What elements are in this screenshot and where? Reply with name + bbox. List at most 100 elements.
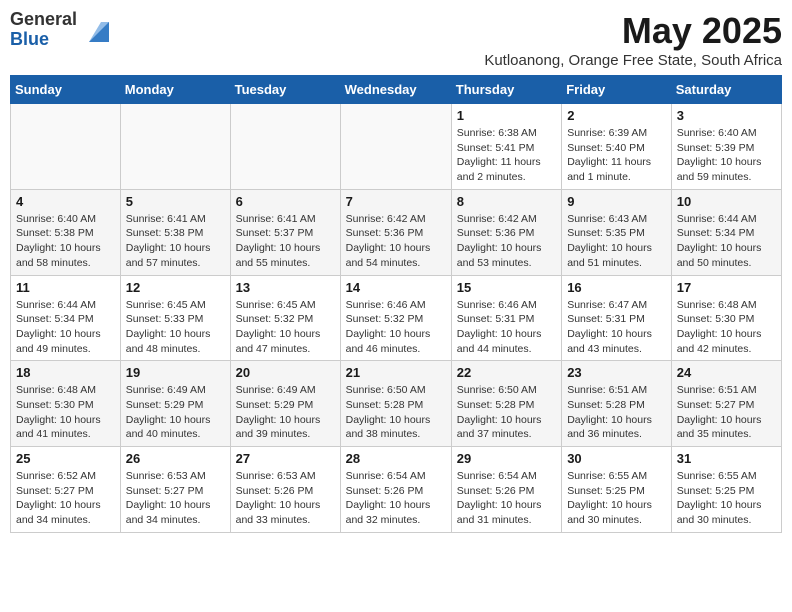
calendar-cell: 11 Sunrise: 6:44 AM Sunset: 5:34 PM Dayli… [11,275,121,361]
day-number: 16 [567,280,666,295]
day-info: Sunrise: 6:51 AM Sunset: 5:28 PM Dayligh… [567,383,666,442]
day-number: 24 [677,365,776,380]
calendar-cell: 28 Sunrise: 6:54 AM Sunset: 5:26 PM Dayli… [340,447,451,533]
day-number: 20 [236,365,335,380]
calendar-cell: 17 Sunrise: 6:48 AM Sunset: 5:30 PM Dayli… [671,275,781,361]
day-info: Sunrise: 6:43 AM Sunset: 5:35 PM Dayligh… [567,212,666,271]
day-info: Sunrise: 6:39 AM Sunset: 5:40 PM Dayligh… [567,126,666,185]
calendar-cell: 25 Sunrise: 6:52 AM Sunset: 5:27 PM Dayli… [11,447,121,533]
day-number: 19 [126,365,225,380]
day-number: 22 [457,365,556,380]
day-number: 10 [677,194,776,209]
calendar-body: 1 Sunrise: 6:38 AM Sunset: 5:41 PM Daylig… [11,104,782,533]
day-info: Sunrise: 6:51 AM Sunset: 5:27 PM Dayligh… [677,383,776,442]
calendar-cell: 21Sunrise: 6:50 AM Sunset: 5:28 PM Dayli… [340,361,451,447]
day-number: 11 [16,280,115,295]
day-number: 12 [126,280,225,295]
day-number: 26 [126,451,225,466]
calendar-cell: 22 Sunrise: 6:50 AM Sunset: 5:28 PM Dayli… [451,361,561,447]
day-info: Sunrise: 6:44 AM Sunset: 5:34 PM Dayligh… [677,212,776,271]
day-info: Sunrise: 6:50 AM Sunset: 5:28 PM Dayligh… [457,383,556,442]
page-header: General Blue May 2025 Kutloanong, Orange… [10,10,782,69]
calendar-cell: 26 Sunrise: 6:53 AM Sunset: 5:27 PM Dayli… [120,447,230,533]
day-number: 3 [677,108,776,123]
calendar-cell [230,104,340,190]
calendar-cell: 27Sunrise: 6:53 AM Sunset: 5:26 PM Dayli… [230,447,340,533]
calendar-cell [11,104,121,190]
calendar-cell: 5 Sunrise: 6:41 AM Sunset: 5:38 PM Daylig… [120,189,230,275]
day-number: 7 [346,194,446,209]
day-info: Sunrise: 6:45 AM Sunset: 5:33 PM Dayligh… [126,298,225,357]
day-info: Sunrise: 6:48 AM Sunset: 5:30 PM Dayligh… [16,383,115,442]
day-number: 13 [236,280,335,295]
calendar-cell: 7 Sunrise: 6:42 AM Sunset: 5:36 PM Daylig… [340,189,451,275]
logo: General Blue [10,10,113,50]
day-number: 21 [346,365,446,380]
week-row-4: 18 Sunrise: 6:48 AM Sunset: 5:30 PM Dayli… [11,361,782,447]
day-number: 8 [457,194,556,209]
day-info: Sunrise: 6:54 AM Sunset: 5:26 PM Dayligh… [346,469,446,528]
day-info: Sunrise: 6:44 AM Sunset: 5:34 PM Dayligh… [16,298,115,357]
calendar-cell: 16Sunrise: 6:47 AM Sunset: 5:31 PM Dayli… [562,275,672,361]
logo-blue: Blue [10,30,77,50]
day-info: Sunrise: 6:55 AM Sunset: 5:25 PM Dayligh… [677,469,776,528]
calendar-cell: 4 Sunrise: 6:40 AM Sunset: 5:38 PM Daylig… [11,189,121,275]
day-info: Sunrise: 6:53 AM Sunset: 5:27 PM Dayligh… [126,469,225,528]
day-number: 18 [16,365,115,380]
day-number: 2 [567,108,666,123]
day-info: Sunrise: 6:46 AM Sunset: 5:32 PM Dayligh… [346,298,446,357]
day-info: Sunrise: 6:40 AM Sunset: 5:38 PM Dayligh… [16,212,115,271]
calendar-cell: 10 Sunrise: 6:44 AM Sunset: 5:34 PM Dayli… [671,189,781,275]
day-number: 1 [457,108,556,123]
calendar-cell: 23Sunrise: 6:51 AM Sunset: 5:28 PM Dayli… [562,361,672,447]
calendar-cell: 20Sunrise: 6:49 AM Sunset: 5:29 PM Dayli… [230,361,340,447]
day-number: 4 [16,194,115,209]
calendar-cell: 14 Sunrise: 6:46 AM Sunset: 5:32 PM Dayli… [340,275,451,361]
month-title: May 2025 [484,10,782,52]
day-number: 17 [677,280,776,295]
header-day-wednesday: Wednesday [340,76,451,104]
day-info: Sunrise: 6:49 AM Sunset: 5:29 PM Dayligh… [126,383,225,442]
week-row-5: 25 Sunrise: 6:52 AM Sunset: 5:27 PM Dayli… [11,447,782,533]
day-number: 29 [457,451,556,466]
calendar-cell: 15 Sunrise: 6:46 AM Sunset: 5:31 PM Dayli… [451,275,561,361]
day-number: 27 [236,451,335,466]
calendar-cell [120,104,230,190]
logo-icon [81,14,113,46]
week-row-2: 4 Sunrise: 6:40 AM Sunset: 5:38 PM Daylig… [11,189,782,275]
day-number: 15 [457,280,556,295]
week-row-1: 1 Sunrise: 6:38 AM Sunset: 5:41 PM Daylig… [11,104,782,190]
day-number: 9 [567,194,666,209]
calendar-table: SundayMondayTuesdayWednesdayThursdayFrid… [10,75,782,533]
day-info: Sunrise: 6:40 AM Sunset: 5:39 PM Dayligh… [677,126,776,185]
calendar-cell: 3 Sunrise: 6:40 AM Sunset: 5:39 PM Daylig… [671,104,781,190]
day-info: Sunrise: 6:54 AM Sunset: 5:26 PM Dayligh… [457,469,556,528]
calendar-cell: 12 Sunrise: 6:45 AM Sunset: 5:33 PM Dayli… [120,275,230,361]
header-day-saturday: Saturday [671,76,781,104]
title-block: May 2025 Kutloanong, Orange Free State, … [484,10,782,69]
week-row-3: 11 Sunrise: 6:44 AM Sunset: 5:34 PM Dayli… [11,275,782,361]
header-day-monday: Monday [120,76,230,104]
day-info: Sunrise: 6:48 AM Sunset: 5:30 PM Dayligh… [677,298,776,357]
day-info: Sunrise: 6:38 AM Sunset: 5:41 PM Dayligh… [457,126,556,185]
day-info: Sunrise: 6:52 AM Sunset: 5:27 PM Dayligh… [16,469,115,528]
day-info: Sunrise: 6:41 AM Sunset: 5:38 PM Dayligh… [126,212,225,271]
day-number: 31 [677,451,776,466]
calendar-cell [340,104,451,190]
calendar-cell: 1 Sunrise: 6:38 AM Sunset: 5:41 PM Daylig… [451,104,561,190]
calendar-cell: 24 Sunrise: 6:51 AM Sunset: 5:27 PM Dayli… [671,361,781,447]
day-info: Sunrise: 6:42 AM Sunset: 5:36 PM Dayligh… [346,212,446,271]
header-day-sunday: Sunday [11,76,121,104]
calendar-cell: 6Sunrise: 6:41 AM Sunset: 5:37 PM Daylig… [230,189,340,275]
day-number: 25 [16,451,115,466]
day-info: Sunrise: 6:46 AM Sunset: 5:31 PM Dayligh… [457,298,556,357]
day-number: 5 [126,194,225,209]
calendar-cell: 2 Sunrise: 6:39 AM Sunset: 5:40 PM Daylig… [562,104,672,190]
header-day-tuesday: Tuesday [230,76,340,104]
day-number: 14 [346,280,446,295]
logo-text: General Blue [10,10,77,50]
logo-general: General [10,10,77,30]
calendar-cell: 13Sunrise: 6:45 AM Sunset: 5:32 PM Dayli… [230,275,340,361]
day-number: 28 [346,451,446,466]
day-info: Sunrise: 6:42 AM Sunset: 5:36 PM Dayligh… [457,212,556,271]
